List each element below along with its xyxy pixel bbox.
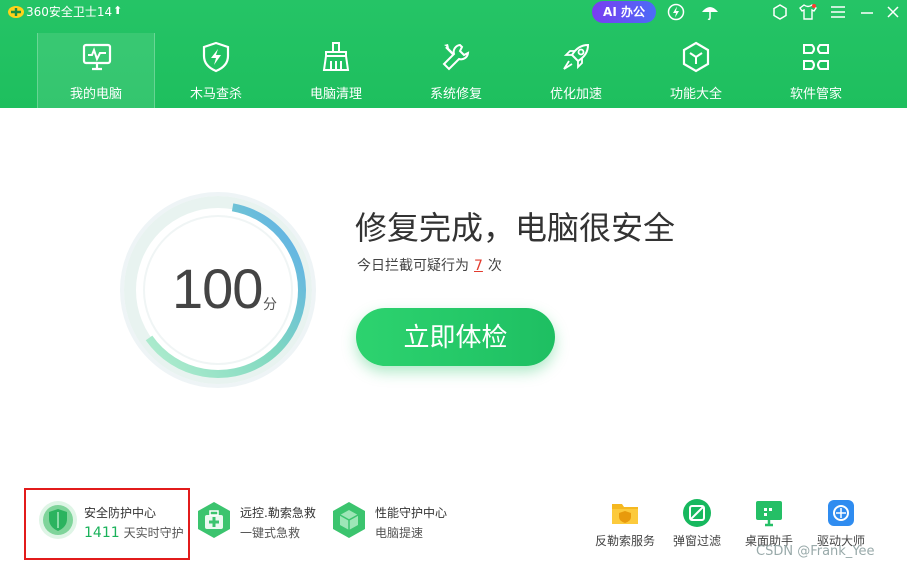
popup-block-icon xyxy=(683,499,711,527)
shield-bolt-icon xyxy=(202,41,230,73)
title-bar: 360安全卫士14 ⬆ AI 办公 xyxy=(0,0,907,26)
top-bar: 360安全卫士14 ⬆ AI 办公 我的电脑 木马查杀 电脑清理 系统修复 优化… xyxy=(0,0,907,108)
status-headline: 修复完成，电脑很安全 xyxy=(355,209,676,247)
nav-label: 功能大全 xyxy=(669,87,722,102)
monitor-icon xyxy=(82,43,112,71)
tool-popup-filter[interactable]: 弹窗过滤 xyxy=(662,496,732,552)
nav-trojan-scan[interactable]: 木马查杀 xyxy=(157,33,275,108)
nav-pc-cleanup[interactable]: 电脑清理 xyxy=(277,33,395,108)
tool-label: 反勒索服务 xyxy=(594,534,655,548)
protection-days: 1411 xyxy=(84,525,120,541)
menu-icon[interactable] xyxy=(829,3,847,21)
feature-title: 远控.勒索急救 xyxy=(240,506,316,520)
update-arrow-icon[interactable]: ⬆ xyxy=(113,3,122,19)
blocked-suffix: 次 xyxy=(487,258,502,274)
folder-lock-icon xyxy=(612,504,638,524)
nav-my-computer[interactable]: 我的电脑 xyxy=(37,33,155,108)
feature-sub: 电脑提速 xyxy=(375,526,424,540)
bolt-circle-icon[interactable] xyxy=(667,3,685,21)
settings-hexagon-icon[interactable] xyxy=(771,3,789,21)
nav-software-manager[interactable]: 软件管家 xyxy=(757,33,875,108)
nav-label: 优化加速 xyxy=(549,87,602,102)
apps-icon xyxy=(803,44,829,70)
minimize-icon[interactable] xyxy=(858,3,876,21)
cube-icon xyxy=(682,41,710,73)
nav-label: 木马查杀 xyxy=(189,87,242,102)
umbrella-icon[interactable] xyxy=(700,3,720,21)
score-value: 100 xyxy=(172,257,263,320)
nav-system-repair[interactable]: 系统修复 xyxy=(397,33,515,108)
performance-cube-icon xyxy=(333,502,365,538)
driver-icon xyxy=(828,500,854,526)
shield-green-icon xyxy=(39,501,77,539)
broom-icon xyxy=(322,42,350,71)
check-now-button[interactable]: 立即体检 xyxy=(356,308,555,366)
protection-days-label: 天实时守护 xyxy=(123,526,184,540)
nav-label: 软件管家 xyxy=(789,87,842,102)
first-aid-icon xyxy=(198,502,230,538)
nav-label: 电脑清理 xyxy=(309,87,362,102)
rocket-icon xyxy=(563,43,590,70)
nav-feature-hub[interactable]: 功能大全 xyxy=(637,33,755,108)
tool-anti-ransom[interactable]: 反勒索服务 xyxy=(590,496,660,552)
wrench-icon xyxy=(442,43,470,71)
feature-sub: 一键式急救 xyxy=(240,526,301,540)
blocked-count-link[interactable]: 7 xyxy=(469,258,488,274)
feature-sub: 1411 天实时守护 xyxy=(84,524,184,541)
app-title: 360安全卫士14 xyxy=(26,5,113,19)
score-unit: 分 xyxy=(263,297,277,313)
app-logo-icon xyxy=(8,6,24,18)
ai-office-button[interactable]: AI 办公 xyxy=(592,1,656,23)
feature-title: 安全防护中心 xyxy=(84,506,157,520)
tool-label: 弹窗过滤 xyxy=(672,534,721,548)
nav-optimize-speedup[interactable]: 优化加速 xyxy=(517,33,635,108)
feature-title: 性能守护中心 xyxy=(375,506,448,520)
nav-label: 我的电脑 xyxy=(69,87,122,102)
watermark: CSDN @Frank_Yee xyxy=(756,544,875,559)
blocked-summary: 今日拦截可疑行为 7 次 xyxy=(357,257,502,275)
blocked-prefix: 今日拦截可疑行为 xyxy=(357,258,469,274)
close-icon[interactable] xyxy=(884,3,902,21)
security-center-entry[interactable]: 安全防护中心 1411 天实时守护 xyxy=(38,498,188,548)
nav-label: 系统修复 xyxy=(429,87,482,102)
desktop-icon xyxy=(756,501,782,527)
skin-shirt-icon[interactable] xyxy=(799,3,817,21)
performance-center-entry[interactable]: 性能守护中心 电脑提速 xyxy=(329,498,459,548)
remote-ransom-rescue-entry[interactable]: 远控.勒索急救 一键式急救 xyxy=(194,498,324,548)
